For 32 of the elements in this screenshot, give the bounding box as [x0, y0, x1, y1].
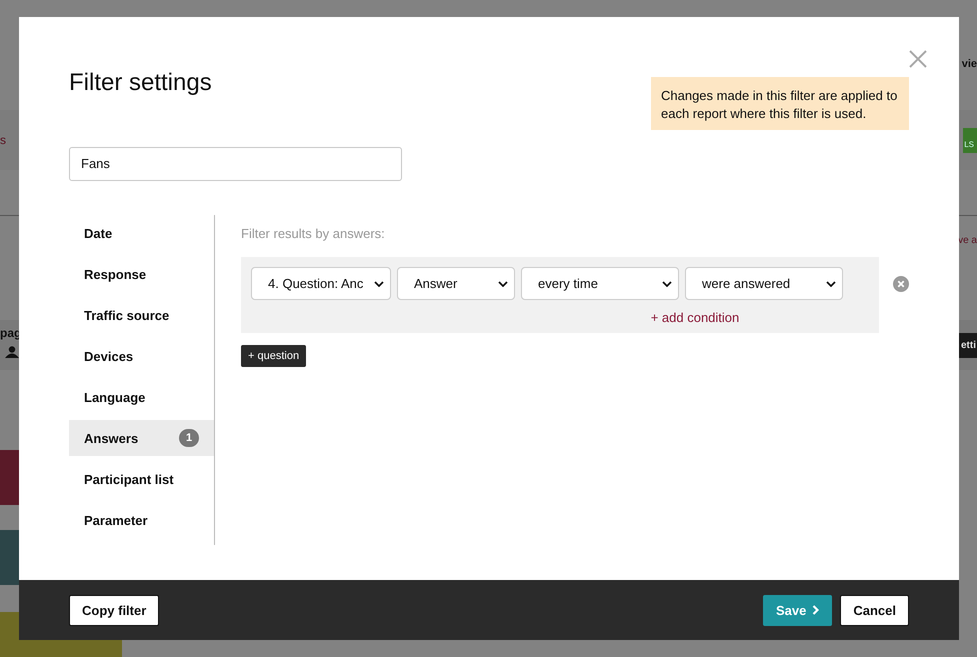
category-tab[interactable]: Participant list: [69, 461, 214, 497]
chevron-right-icon: [812, 605, 820, 615]
dropdown[interactable]: every time: [521, 267, 679, 300]
info-notice: Changes made in this filter are applied to each report where this filter is used.: [651, 77, 909, 130]
dropdown[interactable]: 4. Question: Anc: [251, 267, 391, 300]
remove-icon[interactable]: [893, 276, 909, 292]
dropdown[interactable]: were answered: [685, 267, 843, 300]
dialog-title: Filter settings: [69, 69, 212, 97]
category-tab[interactable]: Devices: [69, 338, 214, 374]
category-tab[interactable]: Response: [69, 256, 214, 292]
chevron-down-icon: [498, 280, 508, 286]
xls-file-icon: LS: [963, 128, 977, 153]
chevron-down-icon: [826, 280, 836, 286]
add-question-button[interactable]: + question: [241, 345, 306, 367]
panel-heading: Filter results by answers:: [241, 226, 386, 241]
save-button[interactable]: Save: [762, 594, 832, 626]
category-tab[interactable]: Parameter: [69, 502, 214, 538]
category-tab[interactable]: Traffic source: [69, 297, 214, 333]
background-text: vie: [962, 58, 977, 70]
close-icon[interactable]: [909, 50, 927, 68]
category-tab[interactable]: Date: [69, 215, 214, 251]
cancel-button[interactable]: Cancel: [840, 594, 909, 626]
filter-name-field[interactable]: Fans: [69, 147, 402, 181]
count-badge: 1: [179, 429, 199, 447]
category-tab[interactable]: Language: [69, 379, 214, 415]
person-icon: [5, 346, 19, 358]
add-condition-link[interactable]: + add condition: [650, 310, 740, 325]
chevron-down-icon: [662, 280, 672, 286]
copy-filter-button[interactable]: Copy filter: [69, 594, 160, 626]
chevron-down-icon: [374, 280, 384, 286]
dropdown[interactable]: Answer: [397, 267, 515, 300]
category-tab[interactable]: Answers 1: [69, 420, 214, 456]
